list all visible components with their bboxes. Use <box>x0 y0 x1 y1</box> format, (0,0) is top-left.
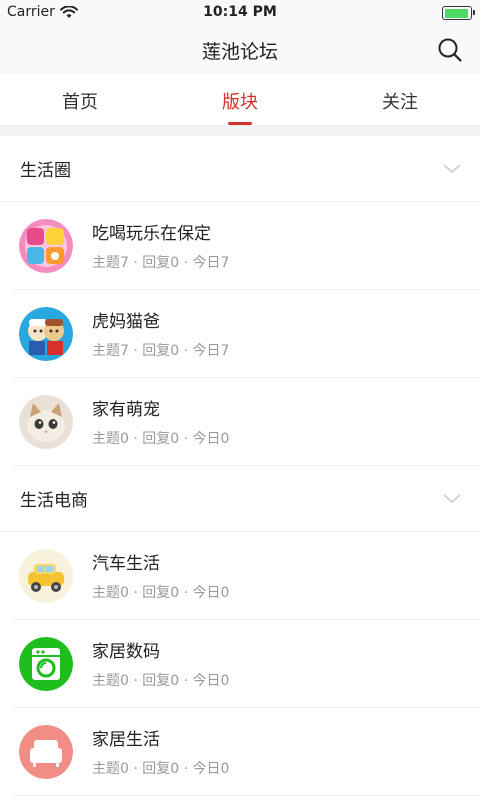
list-item[interactable]: 家居生活 主题0 · 回复0 · 今日0 <box>14 708 480 796</box>
pet-cat-icon <box>19 394 73 449</box>
sofa-icon <box>19 724 73 779</box>
board-name: 家居数码 <box>92 642 160 662</box>
food-fun-icon <box>19 218 73 273</box>
washing-machine-icon <box>19 636 73 691</box>
search-button[interactable] <box>436 36 464 64</box>
board-stats: 主题0 · 回复0 · 今日0 <box>92 761 230 777</box>
car-icon <box>19 548 73 603</box>
board-stats: 主题7 · 回复0 · 今日7 <box>92 343 230 359</box>
item-text: 家有萌宠 主题0 · 回复0 · 今日0 <box>92 395 229 448</box>
list-item[interactable]: 汽车生活 主题0 · 回复0 · 今日0 <box>14 532 480 620</box>
board-stats: 主题0 · 回复0 · 今日0 <box>92 673 230 689</box>
battery-level <box>444 8 469 18</box>
list-item[interactable]: 吃喝玩乐在保定 主题7 · 回复0 · 今日7 <box>14 202 480 290</box>
status-bar: Carrier 10:14 PM <box>0 0 480 26</box>
board-name: 家有萌宠 <box>92 400 160 420</box>
search-icon <box>438 38 462 62</box>
tab-bar: 首页 版块 关注 <box>0 74 480 126</box>
board-name: 虎妈猫爸 <box>92 312 160 332</box>
list-item[interactable]: 家有萌宠 主题0 · 回复0 · 今日0 <box>14 378 480 466</box>
tab-following[interactable]: 关注 <box>320 74 480 125</box>
board-name: 吃喝玩乐在保定 <box>92 224 211 244</box>
item-text: 汽车生活 主题0 · 回复0 · 今日0 <box>92 549 229 602</box>
board-name: 家居生活 <box>92 730 160 750</box>
board-list: 生活圈 吃喝玩乐在保定 主题7 · 回复0 · 今日7 虎妈猫爸 主题7 · 回… <box>0 136 480 800</box>
board-stats: 主题7 · 回复0 · 今日7 <box>92 255 230 271</box>
nav-bar: 莲池论坛 <box>0 26 480 74</box>
page-title: 莲池论坛 <box>201 41 278 63</box>
list-item[interactable]: 家居数码 主题0 · 回复0 · 今日0 <box>14 620 480 708</box>
tab-boards[interactable]: 版块 <box>160 74 320 125</box>
board-stats: 主题0 · 回复0 · 今日0 <box>92 431 230 447</box>
section-title: 生活圈 <box>20 161 71 181</box>
list-item[interactable]: 虎妈猫爸 主题7 · 回复0 · 今日7 <box>14 290 480 378</box>
item-text: 家居数码 主题0 · 回复0 · 今日0 <box>92 637 229 690</box>
tab-home[interactable]: 首页 <box>0 74 160 125</box>
parents-icon <box>19 306 73 361</box>
chevron-down-icon <box>443 493 461 503</box>
battery-icon <box>442 6 475 20</box>
chevron-down-icon <box>443 163 461 173</box>
board-name: 汽车生活 <box>92 554 160 574</box>
section-header-life-circle[interactable]: 生活圈 <box>0 136 480 202</box>
item-text: 吃喝玩乐在保定 主题7 · 回复0 · 今日7 <box>92 219 229 272</box>
item-text: 家居生活 主题0 · 回复0 · 今日0 <box>92 725 229 778</box>
item-text: 虎妈猫爸 主题7 · 回复0 · 今日7 <box>92 307 229 360</box>
section-title: 生活电商 <box>20 491 88 511</box>
board-stats: 主题0 · 回复0 · 今日0 <box>92 585 230 601</box>
clock: 10:14 PM <box>203 4 277 20</box>
section-header-life-ecommerce[interactable]: 生活电商 <box>0 466 480 532</box>
